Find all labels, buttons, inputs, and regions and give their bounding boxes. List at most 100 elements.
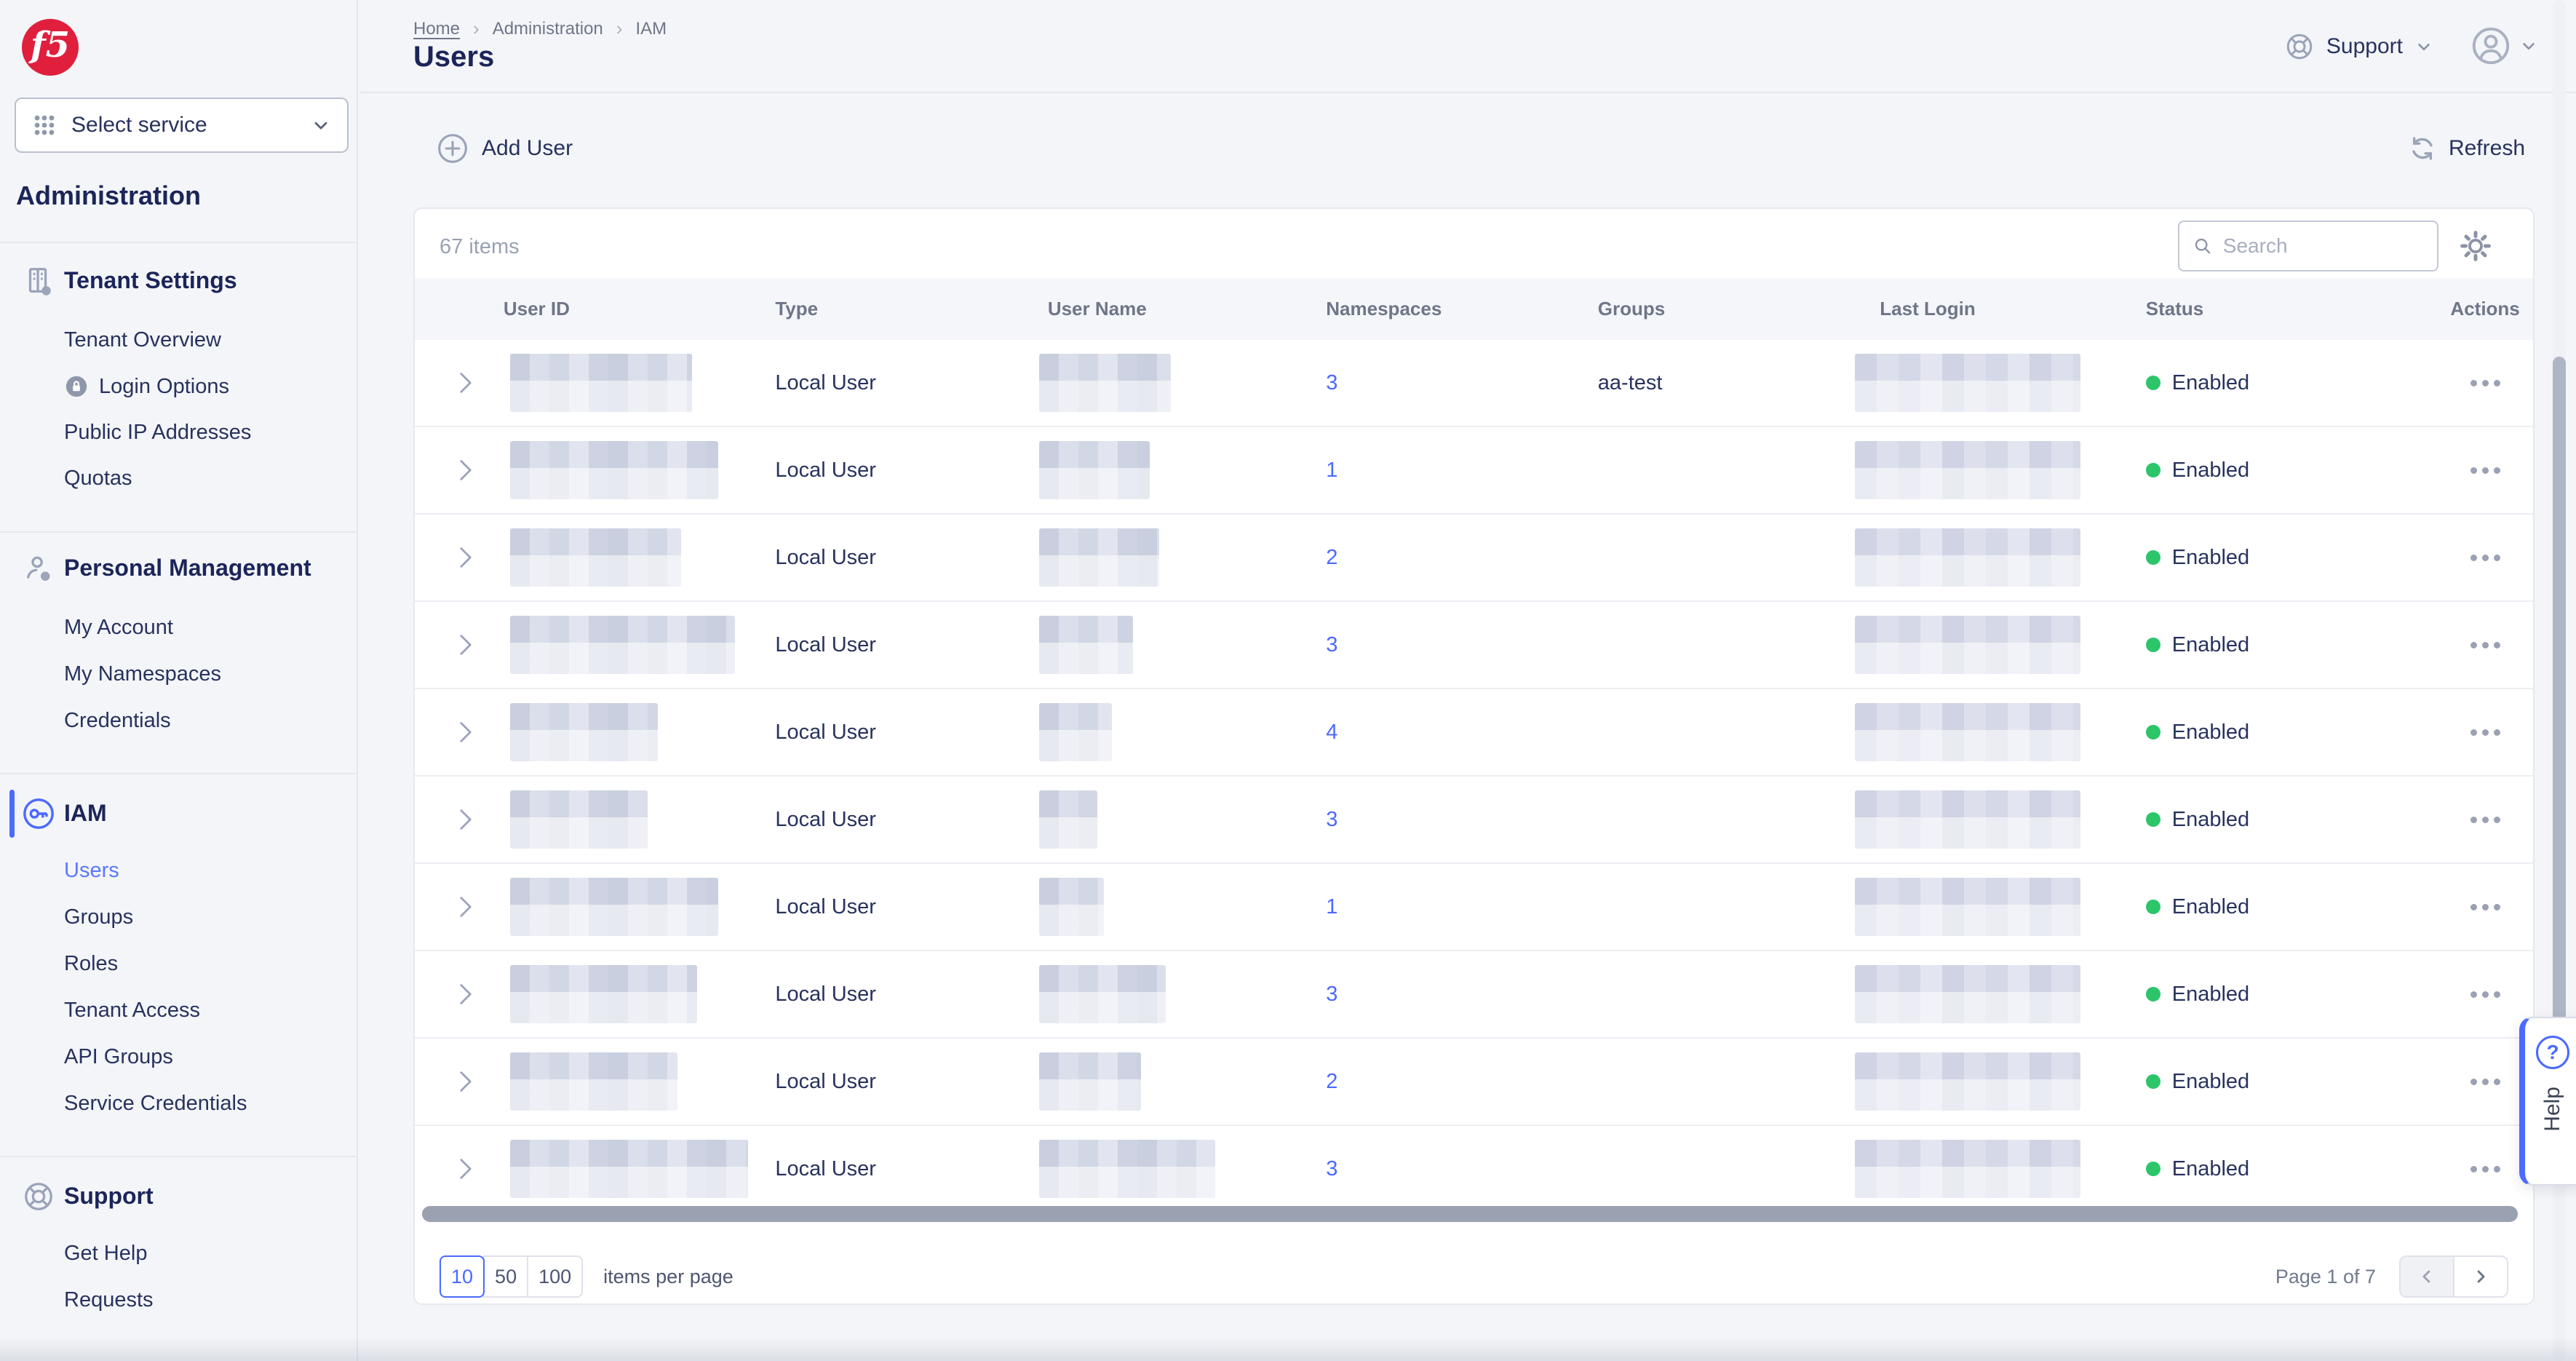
row-actions-button[interactable] — [2463, 457, 2508, 484]
row-actions-button[interactable] — [2463, 894, 2508, 921]
groups-cell — [1598, 864, 1856, 950]
row-actions-button[interactable] — [2463, 544, 2508, 571]
chevron-right-icon — [460, 897, 472, 917]
sidebar-item-tenant-access[interactable]: Tenant Access — [64, 993, 200, 1028]
vertical-scrollbar[interactable] — [2553, 357, 2566, 1030]
divider — [0, 531, 357, 533]
status-label: Enabled — [2171, 807, 2250, 831]
sidebar-item-login-options[interactable]: Login Options — [64, 369, 229, 404]
row-actions-button[interactable] — [2463, 806, 2508, 833]
status-dot — [2145, 900, 2160, 914]
header-groups[interactable]: Groups — [1598, 278, 1856, 340]
sidebar-item-my-namespaces[interactable]: My Namespaces — [64, 656, 221, 691]
chevron-right-icon — [460, 722, 472, 742]
row-expander[interactable] — [415, 515, 504, 600]
search-input[interactable] — [2222, 234, 2424, 258]
plus-circle-icon — [438, 134, 467, 163]
row-expander[interactable] — [415, 602, 504, 688]
namespaces-count-link[interactable]: 2 — [1326, 546, 1337, 570]
window-edge-fade — [0, 1336, 2576, 1361]
row-expander[interactable] — [415, 340, 504, 426]
row-actions-button[interactable] — [2463, 370, 2508, 397]
sidebar-item-public-ip-addresses[interactable]: Public IP Addresses — [64, 415, 251, 450]
groups-cell: aa-test — [1597, 370, 1663, 394]
user-menu[interactable] — [2470, 25, 2538, 67]
row-expander[interactable] — [415, 689, 504, 775]
header-last-login[interactable]: Last Login — [1855, 278, 2145, 340]
chevron-right-icon — [460, 547, 472, 568]
header-user-id[interactable]: User ID — [504, 278, 775, 340]
select-service-dropdown[interactable]: Select service — [15, 98, 349, 153]
sidebar-section-iam[interactable]: IAM — [64, 795, 107, 830]
row-expander[interactable] — [415, 427, 504, 513]
sidebar-item-service-credentials[interactable]: Service Credentials — [64, 1086, 247, 1121]
building-gear-icon — [28, 268, 51, 295]
redacted-last-login — [1855, 528, 2081, 587]
redacted-last-login — [1855, 354, 2081, 412]
namespaces-count-link[interactable]: 3 — [1326, 371, 1337, 395]
row-expander[interactable] — [415, 1039, 504, 1124]
horizontal-scrollbar[interactable] — [422, 1206, 2518, 1222]
namespaces-count-link[interactable]: 3 — [1326, 633, 1337, 657]
support-label: Support — [2326, 34, 2403, 58]
row-actions-button[interactable] — [2463, 719, 2508, 746]
sidebar-item-my-account[interactable]: My Account — [64, 610, 173, 645]
header-type[interactable]: Type — [775, 278, 1039, 340]
sidebar-item-tenant-overview[interactable]: Tenant Overview — [64, 322, 221, 357]
f5-logo-text: f5 — [30, 25, 71, 66]
namespaces-count-link[interactable]: 3 — [1326, 808, 1337, 832]
row-expander[interactable] — [415, 777, 504, 862]
chevron-right-icon — [460, 373, 472, 393]
row-expander[interactable] — [415, 864, 504, 950]
sidebar-item-requests[interactable]: Requests — [64, 1282, 154, 1317]
sidebar-item-quotas[interactable]: Quotas — [64, 461, 132, 496]
sidebar-item-roles[interactable]: Roles — [64, 946, 118, 981]
divider — [0, 242, 357, 243]
add-user-button[interactable]: Add User — [437, 125, 573, 172]
redacted-user-id — [509, 1140, 748, 1198]
row-actions-button[interactable] — [2463, 1156, 2508, 1183]
help-label: Help — [2540, 1087, 2564, 1132]
row-expander[interactable] — [415, 951, 504, 1037]
breadcrumb-home[interactable]: Home — [413, 19, 460, 39]
sidebar-item-users[interactable]: Users — [64, 853, 119, 888]
namespaces-count-link[interactable]: 3 — [1326, 983, 1337, 1007]
status-dot — [2145, 463, 2160, 477]
row-actions-button[interactable] — [2463, 1068, 2508, 1095]
namespaces-count-link[interactable]: 1 — [1326, 895, 1337, 919]
sidebar-item-groups[interactable]: Groups — [64, 900, 133, 935]
chevron-right-icon — [460, 984, 472, 1004]
redacted-user-name — [1038, 528, 1159, 587]
sidebar-item-credentials[interactable]: Credentials — [64, 703, 171, 738]
prev-page-button[interactable] — [2399, 1255, 2454, 1298]
header-status[interactable]: Status — [2146, 278, 2437, 340]
header-user-name[interactable]: User Name — [1039, 278, 1326, 340]
row-actions-button[interactable] — [2463, 632, 2508, 659]
namespaces-count-link[interactable]: 1 — [1326, 459, 1337, 483]
sidebar-item-api-groups[interactable]: API Groups — [64, 1039, 173, 1074]
redacted-user-id — [509, 703, 658, 761]
next-page-button[interactable] — [2453, 1255, 2508, 1298]
sidebar-section-tenant-settings[interactable]: Tenant Settings — [64, 263, 237, 298]
refresh-button[interactable]: Refresh — [2408, 125, 2525, 172]
namespaces-count-link[interactable]: 4 — [1326, 721, 1337, 745]
sidebar-section-support[interactable]: Support — [64, 1178, 154, 1213]
page-size-50[interactable]: 50 — [483, 1255, 529, 1298]
sidebar-section-personal-management[interactable]: Personal Management — [64, 550, 311, 585]
status-dot — [2145, 638, 2160, 652]
support-menu[interactable]: Support — [2284, 26, 2433, 67]
page-size-100[interactable]: 100 — [527, 1255, 584, 1298]
help-tab[interactable]: ? Help — [2519, 1017, 2576, 1186]
gear-icon[interactable] — [2459, 229, 2492, 263]
page-size-10[interactable]: 10 — [440, 1255, 485, 1298]
user-type-cell: Local User — [775, 982, 876, 1006]
namespaces-count-link[interactable]: 3 — [1326, 1157, 1337, 1181]
status-label: Enabled — [2171, 545, 2250, 569]
sidebar-item-get-help[interactable]: Get Help — [64, 1236, 147, 1271]
f5-logo[interactable]: f5 — [22, 19, 79, 76]
row-expander[interactable] — [415, 1126, 504, 1206]
namespaces-count-link[interactable]: 2 — [1326, 1070, 1337, 1094]
header-namespaces[interactable]: Namespaces — [1326, 278, 1597, 340]
redacted-user-id — [509, 1052, 677, 1111]
row-actions-button[interactable] — [2463, 981, 2508, 1008]
